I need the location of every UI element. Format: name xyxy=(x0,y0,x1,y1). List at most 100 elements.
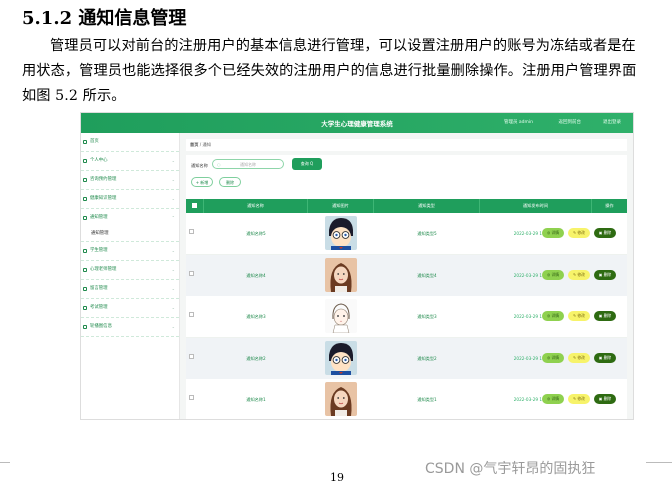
edit-button[interactable]: ✎ 修改 xyxy=(568,352,590,363)
header-actions: 操作 xyxy=(605,203,614,208)
screenshot-figure: 大学生心理健康管理系统 管理员 admin 返回到前台 退出登录 首页 个人中心… xyxy=(80,112,634,420)
user-icon xyxy=(83,159,87,163)
detail-button[interactable]: ◎ 详情 xyxy=(542,228,564,238)
logout-link[interactable]: 退出登录 xyxy=(603,119,621,125)
header-type: 通知类型 xyxy=(374,199,480,213)
delete-button[interactable]: ▣ 删除 xyxy=(594,311,616,321)
notice-name: 通知名称5 xyxy=(246,231,266,236)
app-topbar: 大学生心理健康管理系统 管理员 admin 返回到前台 退出登录 xyxy=(81,113,633,133)
image-icon xyxy=(83,325,87,329)
breadcrumb-separator: / xyxy=(199,142,202,147)
chevron-down-icon: ⌄ xyxy=(171,286,175,291)
csdn-watermark: CSDN @气宇轩昂的固执狂 xyxy=(425,461,596,477)
edit-button[interactable]: ✎ 修改 xyxy=(568,269,590,280)
sidebar-item-exams[interactable]: 考试管理 ⌄ xyxy=(81,299,179,318)
body-paragraph: 管理员可以对前台的注册用户的基本信息进行管理，可以设置注册用户的账号为冻结或者是… xyxy=(22,38,637,104)
detail-button[interactable]: ◎ 详情 xyxy=(542,269,564,280)
header-time: 通知发布时间 xyxy=(480,199,592,213)
notice-image xyxy=(325,340,357,375)
search-button[interactable]: 查询 Q xyxy=(292,158,322,170)
search-label: 通知名称 xyxy=(191,163,208,168)
detail-button[interactable]: ◎ 详情 xyxy=(542,352,564,363)
notice-type: 通知类型2 xyxy=(417,355,437,361)
message-icon xyxy=(83,287,87,291)
calendar-icon xyxy=(83,178,87,182)
notice-type: 通知类型3 xyxy=(417,314,437,319)
row-checkbox[interactable] xyxy=(189,229,194,234)
table-header: 通知名称 通知图片 通知类型 通知发布时间 操作 xyxy=(186,199,627,213)
chevron-down-icon: ⌄ xyxy=(171,196,175,201)
detail-button[interactable]: ◎ 详情 xyxy=(542,311,564,321)
notice-type: 通知类型1 xyxy=(417,397,437,402)
page-number: 19 xyxy=(330,471,344,484)
delete-button[interactable]: ▣ 删除 xyxy=(594,394,616,404)
sidebar-item-students[interactable]: 学生管理 ⌄ xyxy=(81,242,179,261)
chevron-up-icon: ⌃ xyxy=(171,215,175,220)
notice-type: 通知类型4 xyxy=(417,272,437,278)
notice-name: 通知名称4 xyxy=(246,272,266,278)
notice-name: 通知名称2 xyxy=(246,355,266,361)
student-icon xyxy=(83,249,87,253)
book-icon xyxy=(83,197,87,201)
search-input[interactable]: ○ 通知名称 xyxy=(212,159,284,169)
sidebar: 首页 个人中心 ⌄ 咨询预约管理 ⌄ 健康知识管理 ⌄ 通知管理 ⌃ 通知管理 学生管理… xyxy=(81,133,180,419)
detail-button[interactable]: ◎ 详情 xyxy=(542,394,564,404)
sidebar-item-carousel[interactable]: 轮播图信息 ⌄ xyxy=(81,318,179,337)
chevron-down-icon: ⌄ xyxy=(171,305,175,310)
home-icon xyxy=(83,140,87,144)
footer-rule-right xyxy=(646,462,672,463)
delete-button[interactable]: ▣ 删除 xyxy=(594,269,616,280)
table-row: 通知名称4 通知类型4 2022-03-29 11:39:43 ◎ 详情 ✎ 修改 ▣ 删… xyxy=(186,254,627,297)
main-content: 首页 / 通知 通知名称 ○ 通知名称 查询 Q + 新增 删除 通知名称 通知… xyxy=(180,133,633,419)
delete-button[interactable]: ▣ 删除 xyxy=(594,352,616,363)
chevron-down-icon: ⌄ xyxy=(171,158,175,163)
sidebar-item-appointment[interactable]: 咨询预约管理 ⌄ xyxy=(81,171,179,190)
sidebar-item-profile[interactable]: 个人中心 ⌄ xyxy=(81,152,179,171)
table-row: 通知名称5 通知类型5 2022-03-29 11:39:43 ◎ 详情 ✎ 修改 ▣ 删… xyxy=(186,213,627,255)
breadcrumb-home[interactable]: 首页 xyxy=(190,142,198,147)
notice-image xyxy=(325,257,357,292)
footer-rule-left xyxy=(0,462,10,463)
back-to-front-link[interactable]: 返回到前台 xyxy=(559,119,582,125)
notice-name: 通知名称3 xyxy=(246,314,266,319)
add-button[interactable]: + 新增 xyxy=(191,177,213,187)
admin-user-label: 管理员 admin xyxy=(503,120,533,125)
edit-button[interactable]: ✎ 修改 xyxy=(568,394,590,404)
notice-image xyxy=(325,216,357,250)
notice-image xyxy=(325,299,357,333)
chevron-down-icon: ⌄ xyxy=(171,324,175,329)
row-checkbox[interactable] xyxy=(189,395,194,400)
header-image: 通知图片 xyxy=(308,199,374,213)
sidebar-item-knowledge[interactable]: 健康知识管理 ⌄ xyxy=(81,190,179,209)
content-panel: 通知名称 ○ 通知名称 查询 Q + 新增 删除 通知名称 通知图片 通知类型 … xyxy=(186,155,627,419)
sidebar-item-notice[interactable]: 通知管理 ⌃ xyxy=(81,209,179,227)
batch-delete-button[interactable]: 删除 xyxy=(219,177,241,187)
chevron-down-icon: ⌄ xyxy=(171,177,175,182)
exam-icon xyxy=(83,306,87,310)
edit-button[interactable]: ✎ 修改 xyxy=(568,311,590,321)
row-checkbox[interactable] xyxy=(189,353,194,359)
header-name: 通知名称 xyxy=(204,199,308,213)
select-all-checkbox[interactable] xyxy=(186,199,204,213)
notice-type: 通知类型5 xyxy=(417,231,437,236)
sidebar-subitem-notice[interactable]: 通知管理 xyxy=(81,227,179,242)
table-row: 通知名称1 通知类型1 2022-03-29 11:39:43 ◎ 详情 ✎ 修改 ▣ 删… xyxy=(186,379,627,419)
bell-icon xyxy=(83,216,87,220)
search-icon: ○ xyxy=(217,162,221,167)
sidebar-item-messages[interactable]: 留言管理 ⌄ xyxy=(81,280,179,299)
section-heading: 5.1.2 通知信息管理 xyxy=(22,8,187,29)
row-checkbox[interactable] xyxy=(189,312,194,317)
breadcrumb-current: 通知 xyxy=(202,142,211,147)
teacher-icon xyxy=(83,268,87,272)
sidebar-item-teachers[interactable]: 心理老师管理 ⌄ xyxy=(81,261,179,280)
notice-image xyxy=(325,382,357,416)
edit-button[interactable]: ✎ 修改 xyxy=(568,228,590,238)
delete-button[interactable]: ▣ 删除 xyxy=(594,228,616,238)
breadcrumb: 首页 / 通知 xyxy=(186,139,627,151)
table-row: 通知名称3 通知类型3 2022-03-29 11:39:43 ◎ 详情 ✎ 修改 ▣ 删… xyxy=(186,296,627,338)
row-checkbox[interactable] xyxy=(189,270,194,276)
notice-name: 通知名称1 xyxy=(246,397,266,402)
table-row: 通知名称2 通知类型2 2022-03-29 11:39:43 ◎ 详情 ✎ 修改 ▣ 删… xyxy=(186,337,627,380)
sidebar-item-home[interactable]: 首页 xyxy=(81,133,179,152)
chevron-down-icon: ⌄ xyxy=(171,267,175,272)
